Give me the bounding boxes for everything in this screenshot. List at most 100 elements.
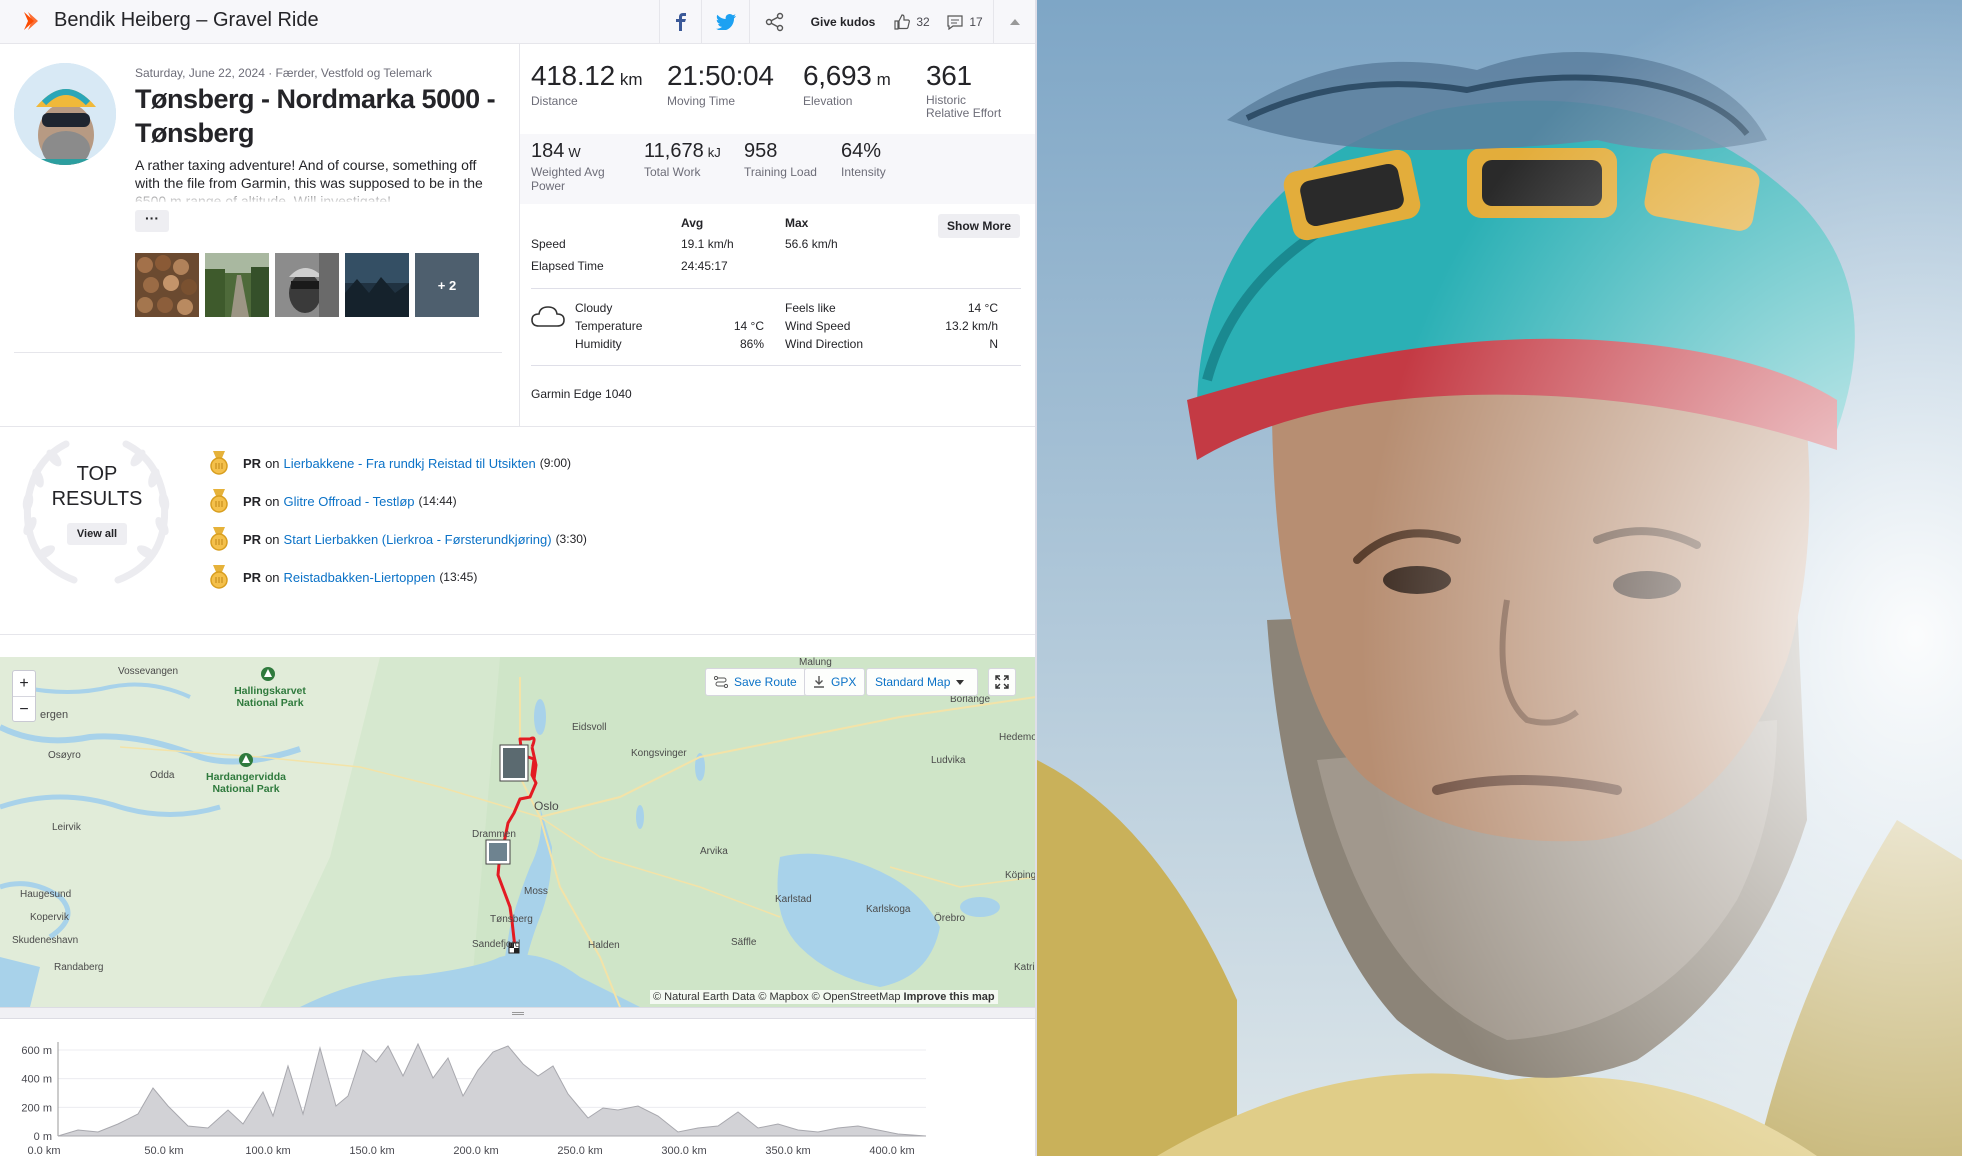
map-attribution: © Natural Earth Data © Mapbox © OpenStre… xyxy=(650,990,998,1004)
map-label: Haugesund xyxy=(20,889,72,900)
share-twitter-button[interactable] xyxy=(701,0,749,44)
training-load-label: Training Load xyxy=(744,165,817,179)
segment-link[interactable]: Start Lierbakken (Lierkroa - Førsterundk… xyxy=(284,532,552,547)
stat-distance: 418.12 km Distance xyxy=(531,60,643,108)
wind-speed-label: Wind Speed xyxy=(785,319,851,333)
section-divider xyxy=(0,634,1036,635)
power-unit: W xyxy=(568,145,581,160)
gpx-download-button[interactable]: GPX xyxy=(804,668,866,696)
section-divider xyxy=(0,426,1036,427)
segment-link[interactable]: Glitre Offroad - Testløp xyxy=(284,494,415,509)
map-tiles xyxy=(0,657,1036,1007)
distance-unit: km xyxy=(619,70,643,89)
total-work-value: 11,678 xyxy=(644,140,704,162)
elevation-x-tick: 200.0 km xyxy=(453,1145,498,1156)
view-all-results-button[interactable]: View all xyxy=(67,523,127,545)
avatar-image xyxy=(14,63,116,165)
map-label: Kopervik xyxy=(30,912,69,923)
share-facebook-button[interactable] xyxy=(659,0,701,44)
photo-thumbnail[interactable] xyxy=(205,253,269,317)
pr-tag: PR xyxy=(243,531,262,547)
activity-pane: Bendik Heiberg – Gravel Ride Give kudos … xyxy=(0,0,1036,1156)
strava-chevron-icon xyxy=(24,12,38,30)
activity-photo-viewer[interactable] xyxy=(1037,0,1962,1156)
pr-result-row: PR on Glitre Offroad - Testløp (14:44) xyxy=(209,489,457,513)
facebook-icon xyxy=(675,13,686,31)
pr-tag: PR xyxy=(243,455,262,471)
pr-medal-icon xyxy=(210,565,228,589)
show-more-button[interactable]: Show More xyxy=(938,214,1020,238)
kudos-count: 32 xyxy=(916,15,930,29)
map-label: Köping xyxy=(1005,870,1036,881)
map-label: ergen xyxy=(40,709,69,721)
top-results-title-line2: RESULTS xyxy=(51,488,143,510)
thumbs-up-icon xyxy=(894,14,911,30)
hardangervidda-label: Hardangervidda xyxy=(206,771,286,783)
temperature-label: Temperature xyxy=(575,319,643,333)
activity-name: Tønsberg - Nordmarka 5000 - Tønsberg xyxy=(135,84,496,148)
intensity-value: 64% xyxy=(841,140,882,162)
wind-speed-value: 13.2 km/h xyxy=(945,319,998,333)
elevation-x-tick: 400.0 km xyxy=(869,1145,914,1156)
power-value: 184 xyxy=(531,140,565,162)
segment-link[interactable]: Lierbakkene - Fra rundkj Reistad til Uts… xyxy=(284,456,536,471)
photo-thumbnail[interactable] xyxy=(135,253,199,317)
speed-avg: 19.1 km/h xyxy=(681,237,734,251)
hallingskarvet-label: Hallingskarvet xyxy=(234,685,306,697)
stat-power: 184 W Weighted Avg Power xyxy=(531,140,605,193)
route-map[interactable]: Vossevangen ergen Osøyro Odda Leirvik Ha… xyxy=(0,657,1036,1007)
relative-effort-value: 361 xyxy=(926,60,972,91)
improve-map-link[interactable]: Improve this map xyxy=(904,991,995,1003)
elevation-chart[interactable]: 0 m 200 m 400 m 600 m 0.0 km 50.0 km 100.0 km… xyxy=(0,1020,1036,1156)
stat-relative-effort[interactable]: 361 Historic Relative Effort xyxy=(926,60,1001,120)
page-title: Bendik Heiberg – Gravel Ride xyxy=(54,9,319,31)
training-load-value: 958 xyxy=(744,140,778,162)
map-type-select[interactable]: Standard Map xyxy=(866,668,978,696)
relative-effort-label: Historic Relative Effort xyxy=(926,94,1001,120)
map-resize-handle[interactable] xyxy=(0,1007,1036,1019)
expand-description-button[interactable]: ··· xyxy=(135,210,169,232)
elapsed-time-label: Elapsed Time xyxy=(531,259,604,273)
weather-condition: Cloudy xyxy=(575,301,613,315)
segment-time: (9:00) xyxy=(539,456,572,470)
share-button[interactable] xyxy=(749,0,799,44)
elevation-x-tick: 300.0 km xyxy=(661,1145,706,1156)
description-fade xyxy=(135,186,505,204)
comment-count: 17 xyxy=(969,15,983,29)
more-photos-count: + 2 xyxy=(437,277,457,293)
zoom-in-button[interactable]: + xyxy=(13,671,35,697)
comments-button[interactable]: 17 xyxy=(937,0,993,44)
stat-moving-time: 21:50:04 Moving Time xyxy=(667,60,774,108)
pr-result-row: PR on Reistadbakken-Liertoppen (13:45) xyxy=(209,565,477,589)
map-label: Leirvik xyxy=(52,822,81,833)
map-label: Karlstad xyxy=(775,894,812,905)
map-label: Hedemo xyxy=(999,732,1036,743)
zoom-out-button[interactable]: − xyxy=(13,697,35,722)
route-icon xyxy=(714,676,728,688)
athlete-avatar[interactable] xyxy=(14,63,116,165)
kudos-count-button[interactable]: 32 xyxy=(887,0,937,44)
map-label: Oslo xyxy=(534,799,559,813)
give-kudos-button[interactable]: Give kudos xyxy=(799,0,887,44)
photo-strip: + 2 xyxy=(135,253,479,317)
zoom-controls: + − xyxy=(12,670,36,722)
hardangervidda-np-label: National Park xyxy=(212,783,280,795)
distance-label: Distance xyxy=(531,94,578,108)
pr-medal-icon xyxy=(210,527,228,551)
top-results-title-line1: TOP xyxy=(76,463,118,485)
speed-max: 56.6 km/h xyxy=(785,237,838,251)
gpx-label: GPX xyxy=(831,675,857,689)
more-photos-thumbnail[interactable]: + 2 xyxy=(415,253,479,317)
elapsed-time-value: 24:45:17 xyxy=(681,259,728,273)
save-route-button[interactable]: Save Route xyxy=(705,668,806,696)
moving-time-value: 21:50:04 xyxy=(667,60,774,91)
photo-thumbnail[interactable] xyxy=(275,253,339,317)
fullscreen-button[interactable] xyxy=(988,668,1016,696)
collapse-header-button[interactable] xyxy=(993,0,1036,44)
photo-thumbnail[interactable] xyxy=(345,253,409,317)
segment-link[interactable]: Reistadbakken-Liertoppen xyxy=(284,570,436,585)
activity-date-location: Saturday, June 22, 2024 · Færder, Vestfo… xyxy=(135,66,433,80)
feels-like-value: 14 °C xyxy=(967,301,998,315)
total-work-unit: kJ xyxy=(707,145,721,160)
segment-time: (14:44) xyxy=(418,494,457,508)
